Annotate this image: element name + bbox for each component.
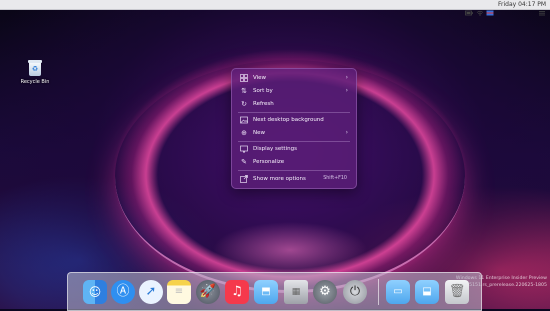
- menu-item-sort-by[interactable]: ⇅ Sort by ›: [235, 85, 353, 97]
- menu-divider: [238, 141, 350, 142]
- app-store-icon: Ⓐ: [116, 284, 130, 299]
- menu-item-shortcut: Shift+F10: [323, 176, 347, 181]
- menu-divider: [238, 112, 350, 113]
- menu-bar: Friday 04:17 PM: [0, 0, 550, 16]
- menu-item-label: New: [253, 130, 265, 136]
- dock-item-launchpad[interactable]: 🚀: [196, 280, 220, 304]
- display-icon: [240, 145, 248, 153]
- dock-item-music[interactable]: ♫: [225, 280, 249, 304]
- image-icon: [240, 116, 248, 124]
- menu-item-label: Next desktop background: [253, 117, 324, 123]
- dock-item-trash[interactable]: 🗑: [445, 280, 469, 304]
- dock-item-notes[interactable]: ≡: [167, 280, 191, 304]
- dock-item-system-preferences[interactable]: ⚙: [313, 280, 337, 304]
- dock-item-mac-pro[interactable]: ▦: [284, 280, 308, 304]
- dock-item-safari[interactable]: ➚: [139, 280, 163, 304]
- desktop-icon-recycle-bin[interactable]: ♻ Recycle Bin: [18, 60, 52, 85]
- menu-icon[interactable]: [538, 1, 545, 16]
- menu-item-view[interactable]: View ›: [235, 72, 353, 84]
- grid-icon: [240, 74, 248, 82]
- brush-icon: ✎: [241, 158, 247, 166]
- menu-item-label: Display settings: [253, 146, 297, 152]
- computer-icon: ▦: [291, 287, 301, 297]
- folder-icon: ⬒: [261, 286, 271, 297]
- safari-icon: ➚: [145, 284, 157, 299]
- share-icon: [240, 175, 248, 183]
- rocket-icon: 🚀: [199, 284, 217, 299]
- menu-item-new[interactable]: ⊕ New ›: [235, 127, 353, 139]
- finder-icon: ☺: [88, 285, 102, 299]
- dock-item-folder[interactable]: ⬒: [254, 280, 278, 304]
- menu-item-label: View: [253, 75, 267, 81]
- dock-item-finder[interactable]: ☺: [83, 280, 107, 304]
- battery-icon[interactable]: [465, 1, 473, 16]
- dock-item-app-store[interactable]: Ⓐ: [111, 280, 135, 304]
- gear-icon: ⚙: [319, 284, 331, 299]
- dock-item-folder-2[interactable]: ▭: [386, 280, 410, 304]
- menu-item-label: Personalize: [253, 159, 285, 165]
- flag-icon[interactable]: [486, 1, 494, 16]
- power-icon: ⏻: [349, 284, 361, 299]
- desktop-context-menu: View › ⇅ Sort by › ↻ Refresh Next deskto…: [231, 68, 357, 189]
- menu-item-label: Sort by: [253, 88, 273, 94]
- refresh-icon: ↻: [241, 100, 247, 108]
- folder-icon: ▭: [393, 286, 403, 297]
- dock-item-folder-3[interactable]: ⬓: [415, 280, 439, 304]
- dock-item-power[interactable]: ⏻: [343, 280, 367, 304]
- music-icon: ♫: [231, 284, 243, 299]
- menu-item-label: Show more options: [253, 176, 306, 182]
- dock-separator: [378, 279, 379, 305]
- notes-icon: ≡: [174, 286, 184, 297]
- menu-item-show-more-options[interactable]: Show more options Shift+F10: [235, 173, 353, 185]
- chevron-right-icon: ›: [345, 74, 348, 81]
- recycle-bin-icon: ♻: [28, 60, 42, 76]
- menu-item-personalize[interactable]: ✎ Personalize: [235, 156, 353, 168]
- plus-icon: ⊕: [241, 129, 247, 137]
- folder-icon: ⬓: [422, 286, 432, 297]
- sort-icon: ⇅: [241, 87, 247, 95]
- menu-item-refresh[interactable]: ↻ Refresh: [235, 98, 353, 110]
- chevron-right-icon: ›: [345, 87, 348, 94]
- menu-item-display-settings[interactable]: Display settings: [235, 143, 353, 155]
- menu-divider: [238, 170, 350, 171]
- desktop-icon-label: Recycle Bin: [20, 79, 50, 85]
- wifi-icon[interactable]: [476, 1, 484, 16]
- menu-item-next-background[interactable]: Next desktop background: [235, 114, 353, 126]
- chevron-right-icon: ›: [345, 129, 348, 136]
- trash-icon: 🗑: [448, 284, 466, 299]
- menu-item-label: Refresh: [253, 101, 274, 107]
